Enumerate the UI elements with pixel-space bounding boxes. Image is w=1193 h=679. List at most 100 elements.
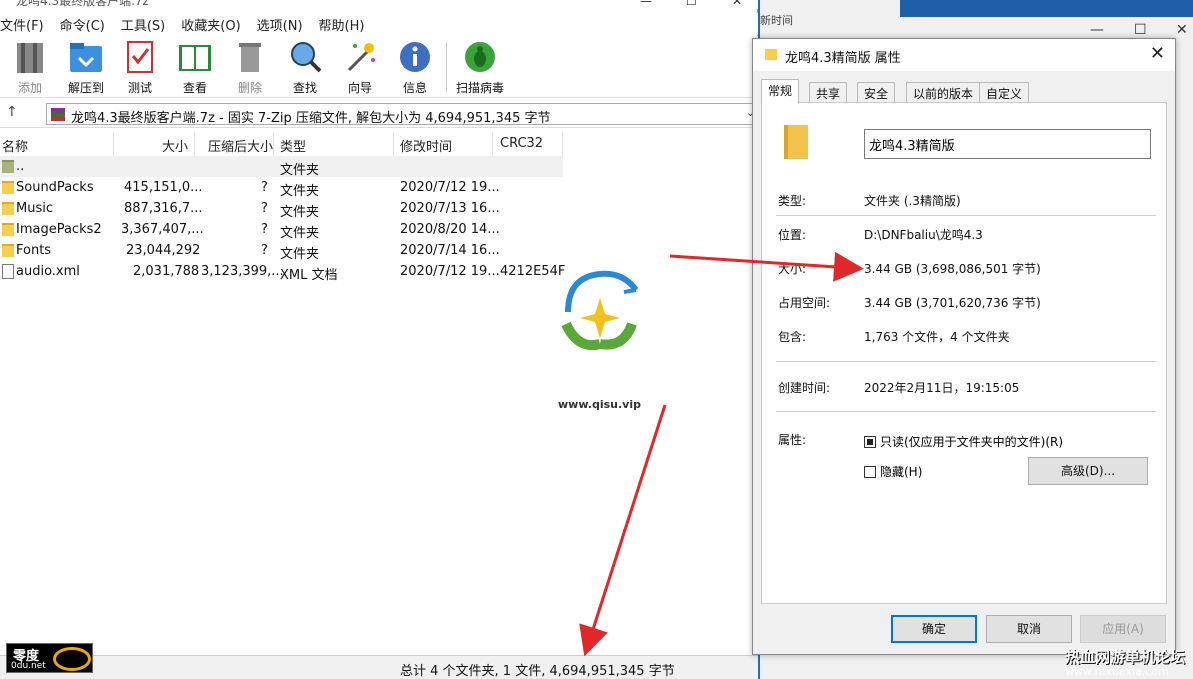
ok-button[interactable]: 确定 [891,615,977,643]
readonly-checkbox[interactable]: 只读(仅应用于文件夹中的文件)(R) [864,433,1063,450]
cancel-button[interactable]: 取消 [986,615,1072,643]
address-bar: ↑ 龙鸣4.3最终版客户端.7z - 固实 7-Zip 压缩文件, 解包大小为 … [0,100,758,128]
tab-sharing[interactable]: 共享 [809,82,848,103]
xml-file-icon [2,264,14,279]
tab-customize[interactable]: 自定义 [979,82,1030,103]
row-modified: 2020/7/14 16... [400,243,500,258]
minimize-icon[interactable]: — [1090,22,1104,38]
address-text: 龙鸣4.3最终版客户端.7z - 固实 7-Zip 压缩文件, 解包大小为 4,… [71,111,551,126]
view-button[interactable]: 查看 [167,38,223,96]
minimize-icon[interactable]: — [640,0,652,8]
col-packed[interactable]: 压缩后大小 [208,136,273,155]
row-type: XML 文档 [280,268,338,283]
trash-icon [239,43,261,72]
maximize-icon[interactable]: ☐ [1134,22,1147,38]
col-crc[interactable]: CRC32 [500,136,543,151]
type-label: 类型: [778,194,807,208]
view-label: 查看 [182,81,207,95]
row-name: Music [16,201,53,216]
close-icon[interactable]: ✕ [732,0,742,8]
toolbar-separator [446,42,447,92]
row-type: 文件夹 [280,184,320,199]
title-bar: 龙鸣4.3最终版客户端.7z — ☐ ✕ [0,0,758,9]
close-icon[interactable]: ✕ [1150,43,1165,64]
find-button[interactable]: 查找 [277,38,333,96]
col-modified[interactable]: 修改时间 [400,136,452,155]
contains-value: 1,763 个文件，4 个文件夹 [864,330,1010,344]
delete-button[interactable]: 删除 [222,38,278,96]
table-row[interactable]: Fonts 23,044,292 ? 文件夹 2020/7/14 16... [0,240,758,262]
extract-label: 解压到 [67,81,104,95]
row-name: SoundPacks [16,180,94,195]
menu-tools[interactable]: 工具(S) [121,13,171,35]
footer-title: 热血网游单机论坛 [1064,648,1185,666]
table-row[interactable]: .. 文件夹 [0,156,563,178]
menu-help[interactable]: 帮助(H) [319,13,371,35]
menu-bar: 文件(F) 命令(C) 工具(S) 收藏夹(O) 选项(N) 帮助(H) [0,13,758,35]
folder-name-value: 龙鸣4.3精简版 [869,139,955,154]
hidden-label: 隐藏(H) [880,465,923,479]
checklist-icon [127,41,153,73]
col-type[interactable]: 类型 [280,136,306,155]
row-type: 文件夹 [280,205,320,220]
find-label: 查找 [292,81,317,95]
eye-logo-icon [53,647,91,671]
folder-icon [2,244,14,257]
location-label: 位置: [778,228,807,242]
general-panel: 龙鸣4.3精简版 类型: 文件夹 (.3精简版) 位置: D:\DNFbaliu… [761,102,1167,604]
close-icon[interactable]: ✕ [1176,22,1188,38]
address-field[interactable]: 龙鸣4.3最终版客户端.7z - 固实 7-Zip 压缩文件, 解包大小为 4,… [46,103,758,126]
table-row[interactable]: Music 887,316,7... ? 文件夹 2020/7/13 16... [0,198,758,220]
tab-previous-versions[interactable]: 以前的版本 [906,82,981,103]
col-name[interactable]: 名称 [2,136,28,155]
size-label: 大小: [778,262,807,276]
info-icon [400,42,430,72]
properties-dialog: 龙鸣4.3精简版 属性 ✕ 常规 共享 安全 以前的版本 自定义 龙鸣4.3精简… [752,38,1176,655]
archive-icon [51,108,65,121]
info-label: 信息 [402,81,427,95]
test-button[interactable]: 测试 [112,38,168,96]
size-value: 3.44 GB (3,698,086,501 字节) [864,262,1041,276]
row-packed: ? [261,222,268,237]
row-name: ImagePacks2 [16,222,102,237]
menu-favorites[interactable]: 收藏夹(O) [181,13,246,35]
info-button[interactable]: 信息 [387,38,443,96]
up-arrow-icon[interactable]: ↑ [6,104,18,120]
magic-wand-icon [347,43,375,72]
wizard-button[interactable]: 向导 [332,38,388,96]
watermark-url: www.qisu.vip [558,398,641,411]
row-modified: 2020/7/13 16... [400,201,500,216]
delete-label: 删除 [237,81,262,95]
extract-button[interactable]: 解压到 [58,38,114,96]
wizard-label: 向导 [347,81,372,95]
folder-icon [765,49,777,60]
window-title: 龙鸣4.3最终版客户端.7z [16,0,149,8]
row-size: 415,151,0... [124,180,203,195]
book-icon [179,45,211,71]
menu-command[interactable]: 命令(C) [60,13,111,35]
tab-security[interactable]: 安全 [857,82,896,103]
hidden-checkbox[interactable]: 隐藏(H) [864,463,922,480]
background-window-title: 新时间 [760,14,793,27]
toolbar: 添加 解压到 测试 查看 删除 查找 向导 信息 扫描病毒 [0,36,758,98]
col-size[interactable]: 大小 [162,136,188,155]
row-name: .. [16,159,25,174]
corner-logo-sub: 0du.net [11,661,46,671]
scan-virus-button[interactable]: 扫描病毒 [452,38,508,96]
menu-file[interactable]: 文件(F) [0,13,50,35]
add-button[interactable]: 添加 [2,38,58,96]
table-row[interactable]: ImagePacks2 3,367,407,... ? 文件夹 2020/8/2… [0,219,758,241]
dialog-title: 龙鸣4.3精简版 属性 [785,51,901,66]
tab-strip: 常规 共享 安全 以前的版本 自定义 [761,79,1171,104]
folder-name-field[interactable]: 龙鸣4.3精简版 [864,129,1151,159]
table-row[interactable]: SoundPacks 415,151,0... ? 文件夹 2020/7/12 … [0,177,758,199]
maximize-icon[interactable]: ☐ [686,0,697,8]
row-type: 文件夹 [280,226,320,241]
row-modified: 2020/8/20 14... [400,222,500,237]
menu-options[interactable]: 选项(N) [257,13,309,35]
apply-button[interactable]: 应用(A) [1080,615,1166,643]
advanced-button[interactable]: 高级(D)... [1028,457,1148,485]
footer-url: www.rexuexia.com [1064,665,1169,678]
tab-general[interactable]: 常规 [761,79,800,104]
row-name: audio.xml [16,264,80,279]
